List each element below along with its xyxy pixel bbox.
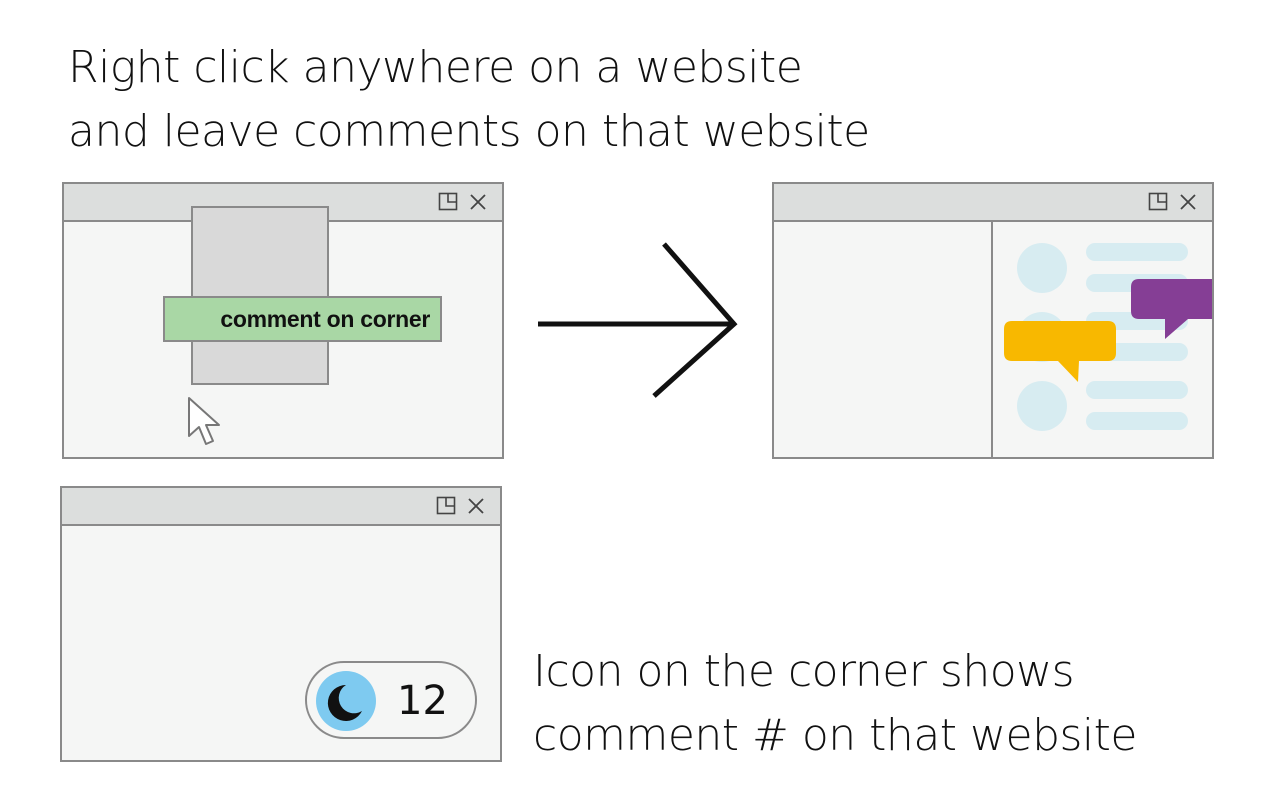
arrow-right-icon	[536, 240, 746, 404]
caption-line-1: Icon on the corner shows	[533, 646, 1075, 697]
moon-icon	[316, 671, 376, 731]
browser-window-context-menu: comment on corner	[62, 182, 504, 459]
headline-line-1: Right click anywhere on a website	[68, 42, 803, 93]
close-icon[interactable]	[468, 192, 488, 212]
headline-line-2: and leave comments on that website	[68, 106, 870, 157]
browser-window-badge: 12	[60, 486, 502, 762]
title-bar	[774, 184, 1212, 222]
close-icon[interactable]	[466, 496, 486, 516]
restore-icon[interactable]	[438, 192, 458, 212]
title-bar	[62, 488, 500, 526]
context-menu-item-comment-on-corner[interactable]: comment on corner	[163, 296, 442, 342]
context-menu-item-label: comment on corner	[220, 305, 430, 332]
yellow-comment-bubble-icon[interactable]	[1004, 321, 1118, 387]
avatar-placeholder	[1017, 243, 1067, 293]
restore-icon[interactable]	[436, 496, 456, 516]
browser-window-comments	[772, 182, 1214, 459]
comment-count: 12	[397, 678, 448, 724]
content-divider	[991, 220, 993, 457]
caption: Icon on the corner shows comment # on th…	[533, 640, 1137, 768]
purple-comment-bubble-icon[interactable]	[1131, 279, 1212, 345]
avatar-placeholder	[1017, 381, 1067, 431]
mouse-cursor-icon	[186, 396, 226, 457]
close-icon[interactable]	[1178, 192, 1198, 212]
restore-icon[interactable]	[1148, 192, 1168, 212]
text-placeholder	[1086, 412, 1188, 430]
caption-line-2: comment # on that website	[533, 710, 1137, 761]
headline: Right click anywhere on a website and le…	[68, 36, 870, 164]
corner-comment-badge[interactable]: 12	[305, 661, 477, 739]
text-placeholder	[1086, 243, 1188, 261]
